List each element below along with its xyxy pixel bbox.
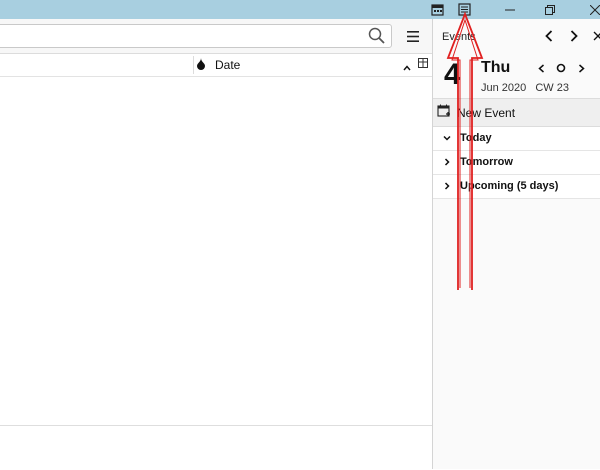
column-date[interactable]: Date <box>215 58 240 72</box>
new-event-button[interactable]: New Event <box>433 98 600 127</box>
close-pane-icon[interactable] <box>591 29 600 43</box>
message-preview-pane <box>0 425 432 470</box>
agenda-item-upcoming[interactable]: Upcoming (5 days) <box>433 175 600 199</box>
agenda-item-label: Tomorrow <box>460 156 513 168</box>
calendar-icon[interactable] <box>426 0 448 19</box>
chevron-down-icon <box>443 133 451 145</box>
chevron-left-icon[interactable] <box>542 29 556 43</box>
column-picker-icon[interactable] <box>418 57 428 71</box>
calendar-week: CW 23 <box>535 82 569 94</box>
toolbar <box>0 19 432 54</box>
today-pane: Events 4 Thu Jun 2020 CW 23 New Event To… <box>432 19 600 469</box>
agenda-list: Today Tomorrow Upcoming (5 days) <box>433 127 600 199</box>
sort-ascending-icon[interactable] <box>403 60 411 74</box>
new-event-label: New Event <box>457 106 516 120</box>
today-circle-icon[interactable] <box>554 61 568 75</box>
title-bar <box>0 0 600 19</box>
close-icon[interactable] <box>584 0 600 19</box>
today-pane-title: Events <box>442 31 476 43</box>
thread-column-header: Date <box>0 54 432 77</box>
app-menu-icon[interactable] <box>404 27 422 45</box>
search-input[interactable] <box>7 25 361 47</box>
column-divider[interactable] <box>193 56 194 74</box>
month-year: Jun 2020 <box>481 82 527 94</box>
today-pane-header: Events <box>433 19 600 53</box>
chevron-right-icon <box>443 181 451 193</box>
search-field[interactable] <box>0 24 392 48</box>
previous-day-icon[interactable] <box>534 61 548 75</box>
chevron-right-icon[interactable] <box>567 29 581 43</box>
read-status-icon[interactable] <box>196 58 206 73</box>
restore-icon[interactable] <box>539 0 561 19</box>
new-event-icon <box>437 104 451 121</box>
chevron-right-icon <box>443 157 451 169</box>
next-day-icon[interactable] <box>574 61 588 75</box>
agenda-item-label: Today <box>460 132 492 144</box>
day-subtitle: Jun 2020 CW 23 <box>481 82 575 94</box>
agenda-item-today[interactable]: Today <box>433 127 600 151</box>
minimize-icon[interactable] <box>499 0 521 19</box>
message-list[interactable] <box>0 77 432 425</box>
search-icon[interactable] <box>368 27 385 47</box>
day-name: Thu <box>481 59 511 76</box>
agenda-item-label: Upcoming (5 days) <box>460 180 559 192</box>
agenda-item-tomorrow[interactable]: Tomorrow <box>433 151 600 175</box>
day-number: 4 <box>444 58 461 91</box>
tasks-icon[interactable] <box>453 0 475 19</box>
